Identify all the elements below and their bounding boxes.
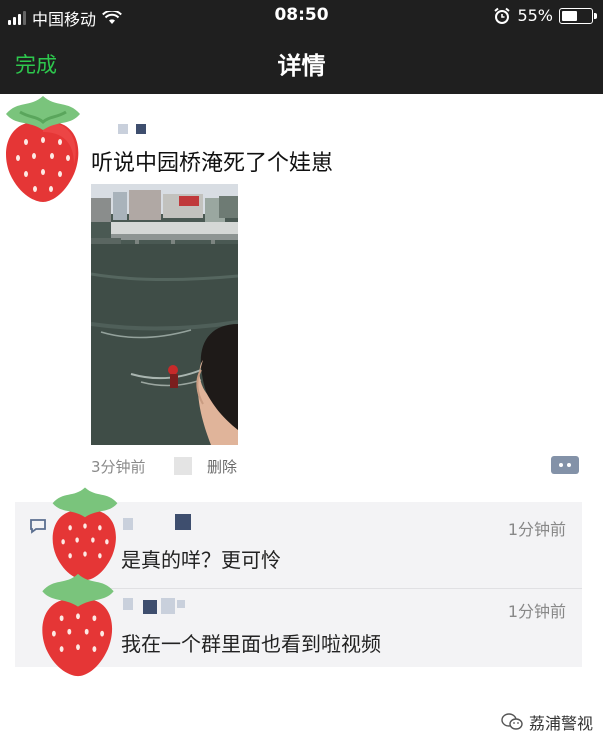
comment-time: 1分钟前 [507,520,566,539]
nav-bar: 完成 详情 [0,32,603,94]
comment-text: 我在一个群里面也看到啦视频 [121,632,381,656]
comment-text: 是真的咩？更可怜 [121,548,281,572]
commenter-name-redacted [123,598,133,610]
commenter-name-redacted [175,514,191,530]
commenter-name-redacted [143,600,157,614]
avatar[interactable] [32,570,124,678]
status-bar: 中国移动 08:50 55% [0,0,603,32]
comment-divider [107,588,582,589]
watermark: 荔浦警视 [501,710,593,734]
page-title: 详情 [277,52,326,80]
commenter-name-redacted [161,598,175,614]
avatar[interactable] [0,92,86,204]
commenter-name-redacted [177,600,185,608]
privacy-icon [174,457,192,475]
post-time: 3分钟前 [91,458,146,476]
comment-time: 1分钟前 [507,602,566,621]
battery-level [562,10,578,21]
avatar[interactable] [44,484,126,582]
more-comment-button[interactable] [551,456,579,474]
watermark-text: 荔浦警视 [529,714,594,733]
author-name-redacted [118,124,128,134]
video-thumbnail[interactable] [91,184,238,445]
post-meta: 3分钟前 删除 [91,456,237,477]
wechat-official-account-icon [501,713,523,730]
author-name-redacted [136,124,146,134]
battery-icon [559,7,597,24]
alarm-icon [494,7,511,24]
post-text: 听说中园桥淹死了个娃崽 [91,151,334,176]
delete-button[interactable]: 删除 [207,456,237,477]
battery-percent: 55% [517,6,553,25]
